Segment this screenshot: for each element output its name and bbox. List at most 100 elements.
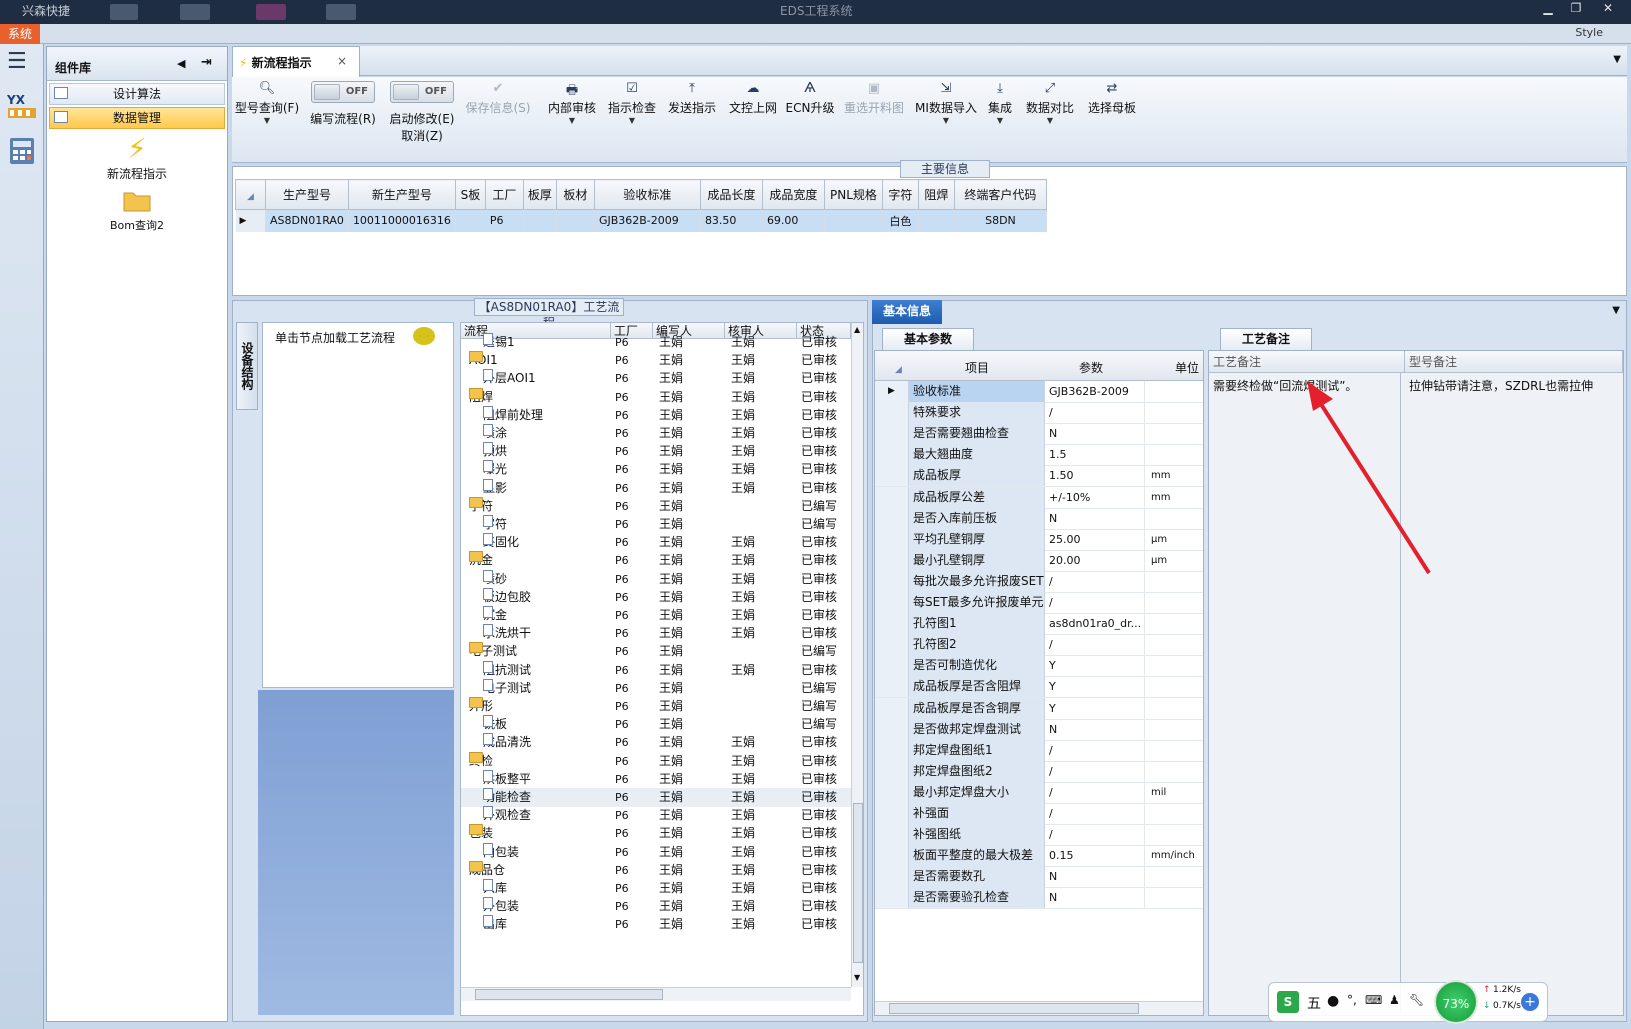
tab-list-dropdown-icon[interactable]: ▼	[1613, 54, 1621, 65]
param-row[interactable]: 是否可制造优化 Y	[875, 655, 1203, 678]
full-half-width-icon[interactable]: ●	[1327, 993, 1339, 1009]
tree-node[interactable]: −阻焊	[469, 387, 609, 407]
tree-row[interactable]: 沉金 P6 王娟 王娟 已审核	[461, 606, 851, 625]
tree-node[interactable]: −AOI1	[469, 351, 609, 370]
tree-row[interactable]: −外形 P6 王娟 已编写	[461, 697, 851, 716]
table-row[interactable]: ▶ AS8DN01RA0 10011000016316 P6 GJB362B-2009 8…	[235, 209, 1047, 232]
component-item-design-algorithm[interactable]: 设计算法	[49, 83, 225, 105]
tree-node[interactable]: 出库	[483, 915, 609, 934]
ribbon-button[interactable]: ⤒ 发送指示	[662, 81, 722, 116]
table-cell[interactable]: 10011000016316	[348, 209, 456, 232]
ribbon-button[interactable]: 🖶︎ 内部审核 ▼	[542, 81, 602, 125]
keyboard-icon[interactable]: ⌨	[1365, 993, 1382, 1007]
tree-row[interactable]: 显影 P6 王娟 王娟 已审核	[461, 478, 851, 498]
ribbon-button[interactable]: Ѧ ECN升级	[784, 81, 836, 116]
tree-row[interactable]: −阻焊 P6 王娟 王娟 已审核	[461, 387, 851, 407]
param-row[interactable]: 成品板厚是否含阻焊 Y	[875, 676, 1203, 699]
user-icon[interactable]: ♟	[1389, 993, 1400, 1007]
vertical-scrollbar[interactable]: ▲ ▼	[851, 323, 863, 987]
tree-row[interactable]: 预烘 P6 王娟 王娟 已审核	[461, 442, 851, 461]
tree-node[interactable]: 铣板	[483, 715, 609, 734]
param-row[interactable]: 孔符图1 as8dn01ra0_dr...	[875, 613, 1203, 636]
tree-node[interactable]: 烘板整平	[483, 769, 609, 789]
node-load-panel[interactable]: 单击节点加载工艺流程	[262, 322, 454, 688]
tree-row[interactable]: 阻抗测试 P6 王娟 王娟 已审核	[461, 660, 851, 680]
taskbar-thumbnail[interactable]	[326, 4, 356, 20]
param-row[interactable]: 成品板厚公差 +/-10% mm	[875, 486, 1203, 509]
toggle-switch[interactable]: OFF	[390, 81, 454, 103]
new-process-launcher[interactable]: ⚡ 新流程指示	[49, 133, 225, 182]
tree-node[interactable]: 成品清洗	[483, 733, 609, 752]
tree-row[interactable]: −包装 P6 王娟 王娟 已审核	[461, 824, 851, 843]
param-row[interactable]: 最小孔壁铜厚 20.00 μm	[875, 549, 1203, 572]
param-row[interactable]: ▶ 验收标准 GJB362B-2009	[875, 381, 1203, 403]
tree-row[interactable]: 水洗烘干 P6 王娟 王娟 已审核	[461, 624, 851, 643]
tree-row[interactable]: −字符 P6 王娟 已编写	[461, 496, 851, 516]
tree-node[interactable]: 喷砂	[483, 569, 609, 589]
table-cell[interactable]	[824, 209, 883, 232]
bom-query-launcher[interactable]: Bom查询2	[49, 187, 225, 233]
tree-node[interactable]: −字符	[469, 496, 609, 516]
tree-node[interactable]: 喷涂	[483, 424, 609, 443]
table-cell[interactable]	[918, 209, 955, 232]
pin-icon[interactable]: ⇥	[201, 55, 212, 70]
tree-node[interactable]: −沉金	[469, 551, 609, 570]
style-menu[interactable]: Style	[1575, 26, 1603, 39]
param-value[interactable]: /	[1045, 803, 1145, 824]
tree-node[interactable]: −成品仓	[469, 860, 609, 880]
tree-row[interactable]: 阻焊前处理 P6 王娟 王娟 已审核	[461, 405, 851, 425]
param-value[interactable]: as8dn01ra0_dr...	[1045, 613, 1145, 635]
param-row[interactable]: 邦定焊盘图纸2/	[875, 760, 1203, 783]
param-value[interactable]: Y	[1045, 655, 1145, 677]
param-value[interactable]: /	[1045, 570, 1145, 592]
column-header[interactable]: 终端客户代码	[953, 179, 1047, 210]
tab-close-icon[interactable]: ×	[337, 54, 347, 68]
column-header[interactable]: 成品长度	[699, 179, 763, 210]
ribbon-button[interactable]: ☑ 指示检查 ▼	[602, 81, 662, 125]
tab-basic-params[interactable]: 基本参数	[882, 328, 974, 350]
tree-row[interactable]: −电子测试 P6 王娟 已编写	[461, 642, 851, 661]
tree-row[interactable]: −沉金 P6 王娟 王娟 已审核	[461, 551, 851, 570]
param-row[interactable]: 最小邦定焊盘大小 / mil	[875, 781, 1203, 804]
param-value[interactable]: 1.5	[1045, 444, 1145, 466]
table-cell[interactable]	[523, 209, 557, 232]
horizontal-scrollbar[interactable]	[875, 1001, 1203, 1015]
table-cell[interactable]: S8DN	[954, 209, 1047, 232]
param-value[interactable]: N	[1045, 887, 1145, 909]
tree-node[interactable]: 预烘	[483, 442, 609, 461]
tree-node[interactable]: 入库	[483, 879, 609, 898]
param-row[interactable]: 是否需要验孔检查 N	[875, 887, 1203, 910]
column-header[interactable]: 阻焊	[917, 179, 955, 210]
cancel-label[interactable]: 取消(Z)	[384, 127, 460, 144]
tree-node[interactable]: 内包装	[483, 842, 609, 862]
param-value[interactable]: N	[1045, 423, 1145, 445]
tree-row[interactable]: 内包装 P6 王娟 王娟 已审核	[461, 842, 851, 862]
ribbon-button[interactable]: ⇲ MI数据导入 ▼	[912, 81, 980, 125]
edit-process-toggle[interactable]: OFF 编写流程(R)	[304, 81, 382, 127]
param-value[interactable]: /	[1045, 592, 1145, 613]
table-cell[interactable]	[556, 209, 595, 232]
system-menu-button[interactable]: 系统	[0, 24, 40, 44]
param-row[interactable]: 是否做邦定焊盘测试 N	[875, 718, 1203, 741]
tree-row[interactable]: 出库 P6 王娟 王娟 已审核	[461, 915, 851, 934]
tree-row[interactable]: 外包装 P6 王娟 王娟 已审核	[461, 897, 851, 916]
model-query-button[interactable]: 🔍︎ 型号查询(F) ▼	[232, 81, 302, 125]
close-icon[interactable]: ✕	[1594, 0, 1622, 18]
collapse-left-icon[interactable]: ◀	[177, 57, 185, 70]
tree-node[interactable]: 外层AOI1	[483, 369, 609, 388]
tree-node[interactable]: 功能检查	[483, 788, 609, 807]
maximize-icon[interactable]: ❐	[1562, 0, 1590, 18]
tree-row[interactable]: 字符 P6 王娟 已编写	[461, 515, 851, 534]
tree-row[interactable]: 功能检查 P6 王娟 王娟 已审核	[461, 788, 851, 807]
tree-row[interactable]: 外观检查 P6 王娟 王娟 已审核	[461, 806, 851, 825]
param-row[interactable]: 补强图纸 /	[875, 824, 1203, 847]
ribbon-button[interactable]: ☁ 文控上网	[724, 81, 782, 116]
tab-process-notes[interactable]: 工艺备注	[1220, 328, 1312, 350]
scroll-up-icon[interactable]: ▲	[854, 325, 860, 334]
param-value[interactable]: N	[1045, 718, 1145, 740]
param-row[interactable]: 是否需要翘曲检查 N	[875, 423, 1203, 446]
column-header[interactable]: 生产型号	[265, 179, 349, 210]
param-value[interactable]: /	[1045, 781, 1145, 803]
tree-node[interactable]: 显影	[483, 478, 609, 498]
param-row[interactable]: 最大翘曲度 1.5	[875, 444, 1203, 467]
